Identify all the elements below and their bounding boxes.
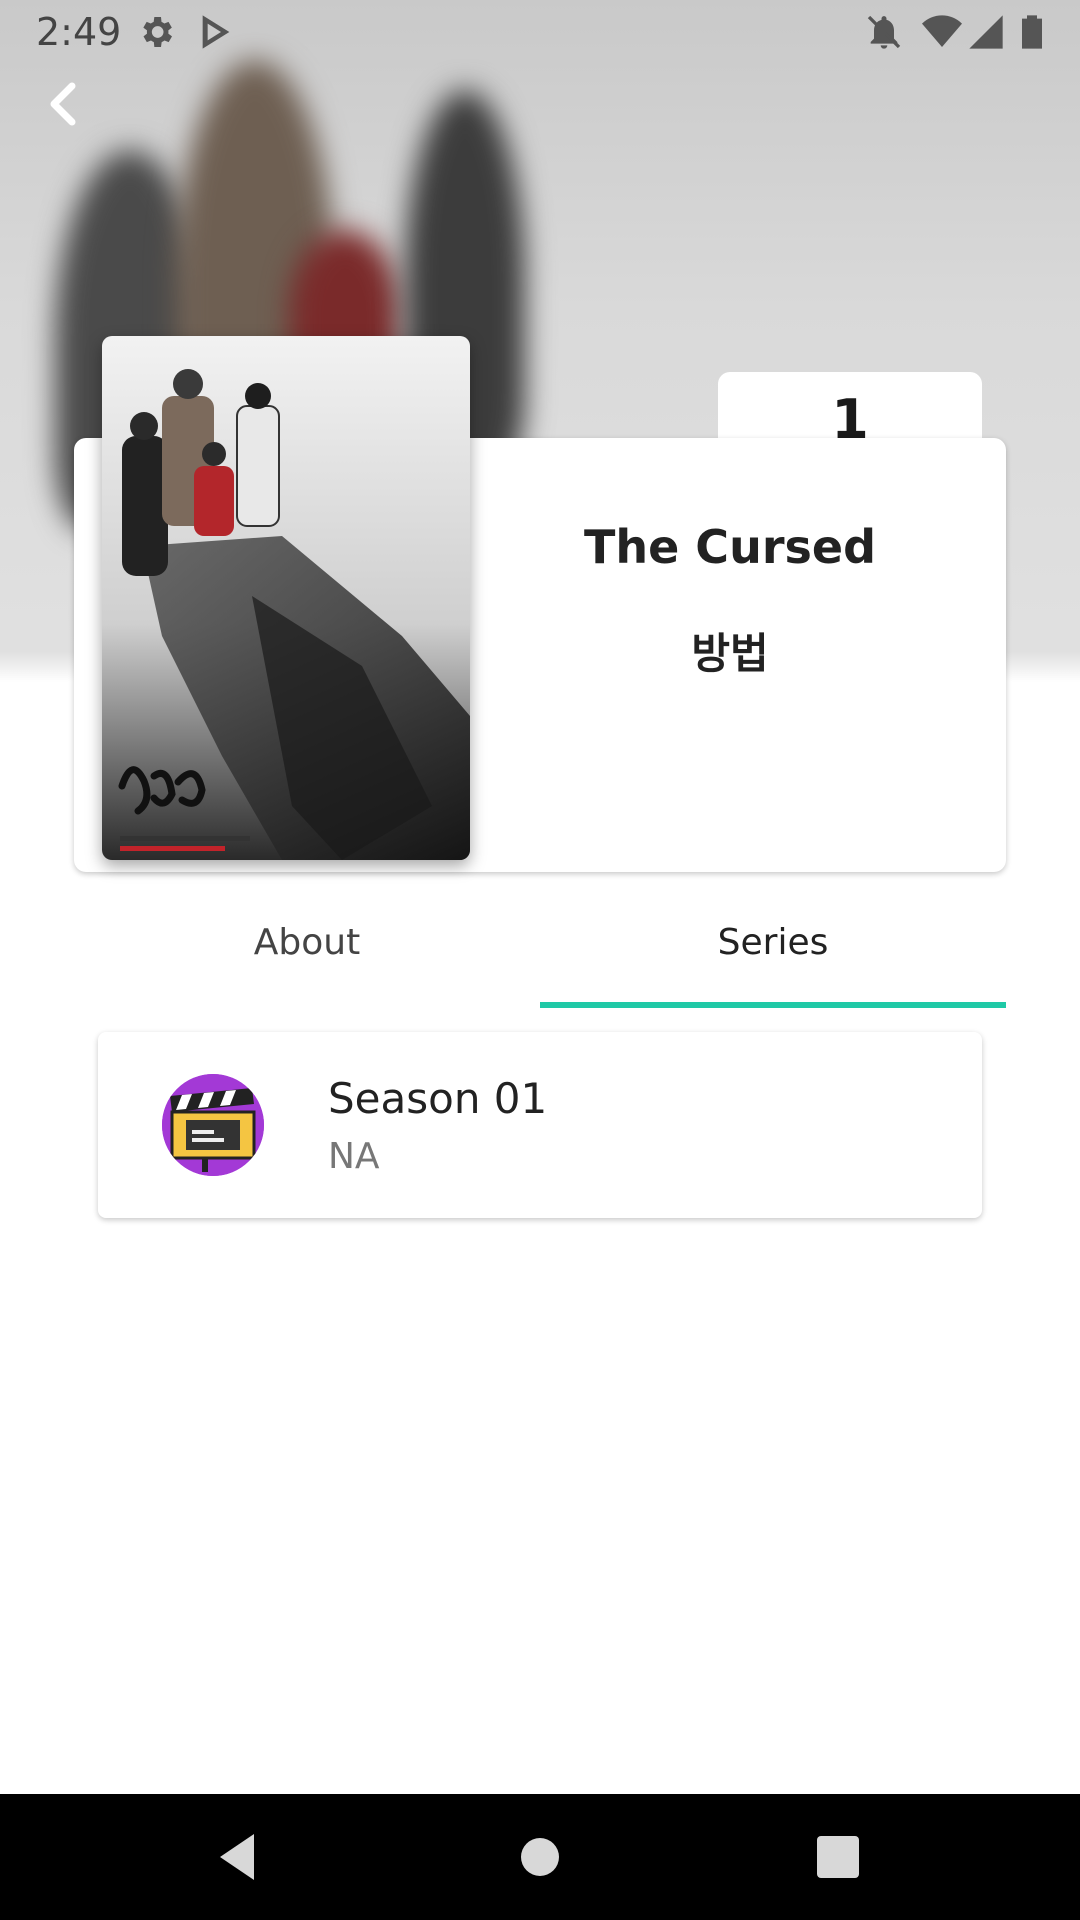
navigation-bar xyxy=(0,1794,1080,1920)
tab-about[interactable]: About xyxy=(74,900,540,1006)
wifi-icon xyxy=(922,15,962,47)
show-native-title: 방법 xyxy=(691,629,769,678)
season-subtitle: NA xyxy=(328,1136,380,1177)
nav-home-icon[interactable] xyxy=(507,1824,573,1890)
show-title: The Cursed xyxy=(583,520,877,574)
play-store-icon xyxy=(202,15,230,49)
status-time: 2:49 xyxy=(36,10,122,54)
settings-icon xyxy=(143,17,172,47)
season-avatar xyxy=(162,1074,264,1176)
battery-icon xyxy=(1022,15,1042,49)
tab-indicator xyxy=(540,1002,1006,1008)
nav-recents-icon[interactable] xyxy=(805,1824,871,1890)
poster-image xyxy=(102,336,470,860)
signal-icon xyxy=(969,15,1003,49)
season-list-item[interactable]: Season 01 NA xyxy=(98,1032,982,1218)
tab-series[interactable]: Series xyxy=(540,900,1006,1006)
back-button[interactable] xyxy=(30,70,100,140)
show-poster xyxy=(102,336,470,860)
nav-back-icon[interactable] xyxy=(206,1824,272,1890)
clapperboard-icon xyxy=(162,1074,264,1176)
season-title: Season 01 xyxy=(328,1074,548,1123)
notifications-off-icon xyxy=(867,15,901,49)
status-bar: 2:49 xyxy=(0,0,1080,64)
